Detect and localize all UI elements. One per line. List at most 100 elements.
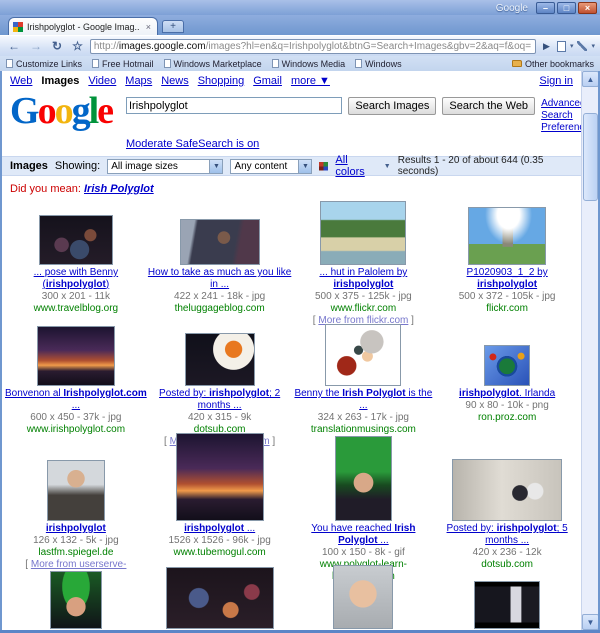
- title-segment: . Irlanda: [519, 388, 556, 399]
- forward-button[interactable]: →: [27, 39, 45, 53]
- title-segment: irishpolyglot: [459, 388, 520, 399]
- result-title-link[interactable]: irishpolyglot. Irlanda: [435, 388, 579, 400]
- new-tab-button[interactable]: +: [162, 20, 184, 33]
- all-colors-link[interactable]: All colors: [335, 154, 376, 178]
- did-you-mean-link[interactable]: Irish Polyglot: [84, 183, 154, 195]
- result-title-link[interactable]: ... pose with Benny (irishpolyglot): [4, 267, 148, 291]
- result-thumbnail[interactable]: [179, 219, 260, 265]
- search-web-button[interactable]: Search the Web: [442, 97, 536, 115]
- back-button[interactable]: ←: [5, 39, 23, 53]
- maximize-button[interactable]: □: [557, 2, 576, 14]
- go-button[interactable]: ▶: [540, 41, 553, 52]
- scrollbar-thumb[interactable]: [583, 113, 598, 201]
- title-segment: You have reached: [311, 523, 395, 534]
- result-title-link[interactable]: Bonvenon al Irishpolyglot.com ...: [4, 388, 148, 412]
- bookmarks-bar: Customize Links Free Hotmail Windows Mar…: [0, 56, 600, 71]
- thumb-area: [4, 307, 148, 386]
- scroll-up-arrow-icon[interactable]: ▲: [582, 71, 598, 87]
- colors-arrow-icon[interactable]: ▼: [384, 163, 391, 170]
- result-title-link[interactable]: irishpolyglot: [4, 523, 148, 535]
- vertical-scrollbar[interactable]: ▲ ▼: [581, 71, 598, 630]
- result-thumbnail[interactable]: [46, 460, 105, 521]
- thumb-area: [148, 199, 292, 265]
- nav-link-gmail[interactable]: Gmail: [253, 75, 282, 87]
- image-result: irishpolyglot. Irlanda 90 x 80 - 10k - p…: [435, 307, 579, 429]
- safesearch-link[interactable]: Moderate SafeSearch is on: [126, 138, 259, 150]
- image-result: Benny the Irish Polyglot is the ... 324 …: [292, 307, 436, 435]
- nav-link-shopping[interactable]: Shopping: [198, 75, 245, 87]
- result-thumbnail[interactable]: [474, 581, 541, 629]
- result-title-link[interactable]: How to take as much as you like in ...: [148, 267, 292, 291]
- wrench-menu-arrow-icon[interactable]: ▾: [591, 42, 595, 50]
- thumb-area: [435, 307, 579, 386]
- image-size-value: All image sizes: [111, 160, 178, 172]
- result-thumbnail[interactable]: [334, 436, 392, 521]
- result-thumbnail[interactable]: [36, 326, 115, 386]
- result-thumbnail[interactable]: [165, 567, 274, 629]
- bookmark-item[interactable]: Customize Links: [6, 59, 82, 69]
- result-title-link[interactable]: irishpolyglot ...: [148, 523, 292, 535]
- close-window-button[interactable]: ×: [578, 2, 597, 14]
- content-type-select[interactable]: Any content ▼: [230, 158, 313, 174]
- select-arrow-icon: ▼: [209, 159, 223, 173]
- address-bar[interactable]: http://images.google.com/images?hl=en&q=…: [89, 38, 537, 54]
- wrench-menu-icon[interactable]: [577, 41, 588, 51]
- image-size-select[interactable]: All image sizes ▼: [107, 158, 224, 174]
- result-title-link[interactable]: Benny the Irish Polyglot is the ...: [292, 388, 436, 412]
- result-title-link[interactable]: Posted by: irishpolyglot; 2 months ...: [148, 388, 292, 412]
- result-thumbnail[interactable]: [468, 207, 547, 265]
- scroll-down-arrow-icon[interactable]: ▼: [582, 614, 598, 630]
- sign-in-link[interactable]: Sign in: [539, 75, 573, 87]
- thumb-area: [4, 429, 148, 521]
- result-dimensions: 500 x 375 - 125k - jpg: [315, 291, 412, 302]
- result-thumbnail[interactable]: [38, 215, 113, 265]
- image-result: Bonvenon al Irishpolyglot.com ... 600 x …: [4, 307, 148, 435]
- select-arrow-icon: ▼: [298, 159, 312, 173]
- tab-close-icon[interactable]: ×: [144, 22, 153, 32]
- result-thumbnail[interactable]: [452, 459, 563, 521]
- result-thumbnail[interactable]: [49, 571, 102, 629]
- nav-link-images[interactable]: Images: [41, 75, 79, 87]
- image-result: irishpolyglot ... 1526 x 1526 - 96k - jp…: [148, 429, 292, 565]
- page-content: Web Images Video Maps News Shopping Gmail more …: [0, 71, 600, 630]
- result-thumbnail[interactable]: [175, 433, 264, 521]
- result-title-link[interactable]: Posted by: irishpolyglot; 5 months ...: [435, 523, 579, 547]
- logo-letter: o: [54, 90, 74, 132]
- nav-link-more[interactable]: more ▼: [291, 75, 330, 87]
- other-bookmarks-button[interactable]: Other bookmarks: [511, 59, 594, 69]
- search-images-button[interactable]: Search Images: [348, 97, 437, 115]
- result-thumbnail[interactable]: [325, 324, 402, 386]
- result-dimensions: 600 x 450 - 37k - jpg: [30, 412, 122, 423]
- title-segment: Irish Polyglot: [342, 388, 406, 399]
- thumb-area: [292, 199, 436, 265]
- bookmark-item[interactable]: Windows Marketplace: [163, 59, 262, 69]
- reload-button[interactable]: ↻: [49, 39, 65, 53]
- result-thumbnail[interactable]: [320, 201, 407, 265]
- bookmark-item[interactable]: Free Hotmail: [92, 59, 154, 69]
- result-thumbnail[interactable]: [184, 333, 255, 386]
- browser-tab[interactable]: Irishpolyglot - Google Imag... ×: [8, 17, 158, 35]
- result-title-link[interactable]: You have reached Irish Polyglot ...: [292, 523, 436, 547]
- result-domain: lastfm.spiegel.de: [38, 547, 114, 558]
- nav-link-maps[interactable]: Maps: [125, 75, 152, 87]
- url-scheme: http://: [93, 40, 119, 52]
- result-thumbnail[interactable]: [333, 565, 394, 629]
- page-menu-icon[interactable]: [556, 40, 566, 52]
- minimize-button[interactable]: –: [536, 2, 555, 14]
- bookmark-star-icon[interactable]: ☆: [69, 39, 86, 53]
- page-menu-arrow-icon[interactable]: ▾: [570, 42, 574, 50]
- bookmark-item[interactable]: Windows Media: [271, 59, 345, 69]
- bookmark-item[interactable]: Windows: [355, 59, 402, 69]
- nav-link-video[interactable]: Video: [88, 75, 116, 87]
- result-title-link[interactable]: ... hut in Palolem by irishpolyglot: [292, 267, 436, 291]
- thumb-area: [292, 307, 436, 386]
- result-thumbnail[interactable]: [484, 345, 531, 386]
- nav-link-web[interactable]: Web: [10, 75, 32, 87]
- result-title-link[interactable]: P1020903_1_2 by irishpolyglot: [435, 267, 579, 291]
- nav-link-news[interactable]: News: [161, 75, 189, 87]
- result-caption: irishpolyglot ... 1526 x 1526 - 96k - jp…: [148, 523, 292, 559]
- search-input[interactable]: [126, 97, 343, 114]
- image-result: irishpolyglot: [4, 565, 148, 630]
- thumb-area: [4, 199, 148, 265]
- bookmark-label: Free Hotmail: [102, 58, 154, 69]
